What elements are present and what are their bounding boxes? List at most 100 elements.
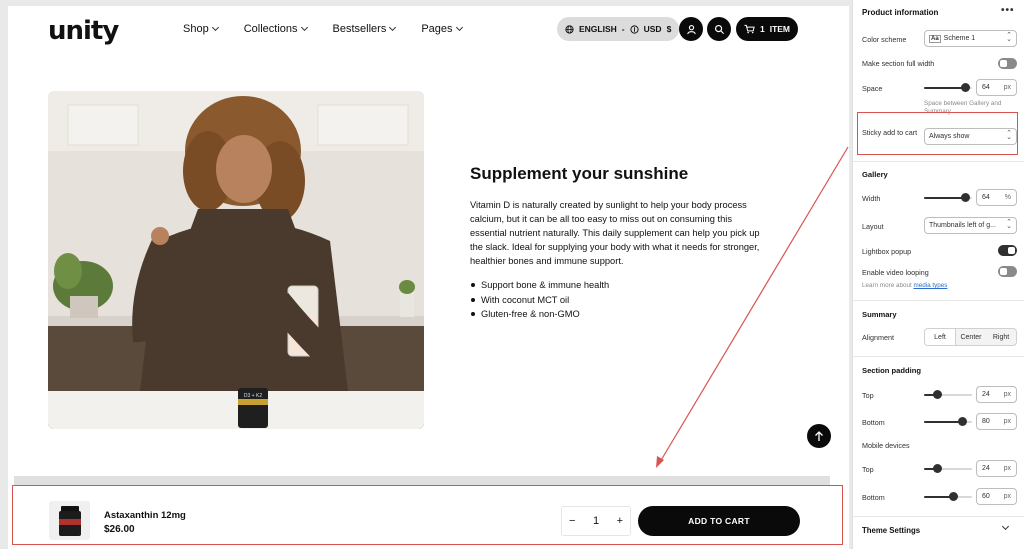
settings-panel: Product information ••• Color scheme Aa … [852, 0, 1024, 549]
padding-top-slider[interactable] [924, 390, 972, 400]
full-width-label: Make section full width [862, 59, 935, 68]
cart-icon [744, 24, 755, 34]
unit-label: px [1003, 493, 1011, 500]
alignment-right-option[interactable]: Right [986, 329, 1016, 345]
layout-label: Layout [862, 222, 884, 231]
media-types-link[interactable]: media types [913, 282, 947, 289]
padding-top-input[interactable]: 24 px [976, 386, 1017, 403]
width-value: 64 [982, 194, 990, 201]
lightbox-label: Lightbox popup [862, 247, 912, 256]
product-thumbnail [49, 501, 90, 540]
decrease-quantity-button[interactable]: − [569, 515, 575, 527]
width-slider[interactable] [924, 193, 972, 203]
layout-value: Thumbnails left of g... [929, 222, 996, 229]
sticky-product-price: $26.00 [104, 524, 135, 535]
divider [853, 356, 1024, 357]
search-button[interactable] [707, 17, 731, 41]
width-input[interactable]: 64 % [976, 189, 1017, 206]
padding-bottom-slider[interactable] [924, 417, 972, 427]
unit-label: px [1003, 418, 1011, 425]
padding-bottom-value: 80 [982, 418, 990, 425]
alignment-label: Alignment [862, 333, 894, 342]
color-scheme-select[interactable]: Aa Scheme 1 ⌃ ⌄ [924, 30, 1017, 47]
chevron-down-icon [300, 23, 308, 32]
nav-item-pages[interactable]: Pages [421, 23, 463, 35]
list-item: With coconut MCT oil [470, 293, 760, 308]
summary-heading: Summary [862, 310, 897, 319]
nav-label: Shop [183, 23, 209, 35]
more-options-icon[interactable]: ••• [1001, 5, 1015, 16]
select-arrows-icon: ⌃ ⌄ [1006, 219, 1012, 230]
video-looping-toggle[interactable] [998, 266, 1017, 277]
chevron-down-icon [211, 23, 219, 32]
slider-handle[interactable] [933, 390, 943, 399]
product-image[interactable]: D3 + K2 [48, 91, 424, 429]
search-icon [714, 24, 724, 34]
video-looping-label: Enable video looping [862, 268, 929, 277]
slider-fill [924, 197, 965, 199]
store-logo[interactable]: unity [48, 16, 119, 46]
mobile-top-input[interactable]: 24 px [976, 460, 1017, 477]
gallery-heading: Gallery [862, 170, 888, 179]
full-width-toggle[interactable] [998, 58, 1017, 69]
localization-selector[interactable]: ENGLISH - USD $ [557, 17, 680, 41]
currency-icon [630, 24, 639, 34]
product-copy: Supplement your sunshine Vitamin D is na… [470, 164, 760, 322]
currency-label: USD [643, 24, 662, 34]
currency-symbol: $ [666, 24, 672, 34]
cart-label: ITEM [769, 24, 791, 34]
unit-label: px [1003, 465, 1011, 472]
nav-item-bestsellers[interactable]: Bestsellers [333, 23, 397, 35]
theme-settings-toggle[interactable]: Theme Settings [862, 526, 920, 535]
chevron-down-icon [389, 23, 397, 32]
padding-bottom-input[interactable]: 80 px [976, 413, 1017, 430]
mobile-bottom-slider[interactable] [924, 492, 972, 502]
layout-select[interactable]: Thumbnails left of g... ⌃ ⌄ [924, 217, 1017, 234]
slider-handle[interactable] [960, 193, 970, 202]
account-button[interactable] [679, 17, 703, 41]
alignment-segmented-control: Left Center Right [924, 328, 1017, 346]
divider [853, 161, 1024, 162]
cart-count: 1 [759, 24, 765, 34]
benefit-list: Support bone & immune health With coconu… [470, 278, 760, 322]
chevron-down-icon [455, 23, 463, 32]
mobile-bottom-input[interactable]: 60 px [976, 488, 1017, 505]
cart-button[interactable]: 1 ITEM [736, 17, 798, 41]
nav-item-shop[interactable]: Shop [183, 23, 219, 35]
color-scheme-swatch: Aa [929, 34, 941, 43]
mobile-top-value: 24 [982, 465, 990, 472]
mobile-bottom-label: Bottom [862, 493, 885, 502]
main-nav: Shop Collections Bestsellers Pages [183, 23, 463, 35]
slider-handle[interactable] [948, 492, 958, 501]
select-arrows-icon: ⌃ ⌄ [1006, 32, 1012, 43]
slider-fill [924, 421, 963, 423]
panel-title: Product information [862, 8, 939, 17]
unit-label: % [1004, 194, 1011, 201]
slider-handle[interactable] [958, 417, 968, 426]
mobile-top-slider[interactable] [924, 464, 972, 474]
space-input[interactable]: 64 px [976, 79, 1017, 96]
space-value: 64 [982, 84, 990, 91]
store-preview: unity Shop Collections Bestsellers Pages [8, 6, 849, 549]
slider-handle[interactable] [960, 83, 970, 92]
quantity-value[interactable]: 1 [593, 515, 599, 527]
list-item: Support bone & immune health [470, 278, 760, 293]
alignment-left-option[interactable]: Left [925, 329, 956, 345]
width-label: Width [862, 194, 881, 203]
nav-item-collections[interactable]: Collections [244, 23, 308, 35]
space-label: Space [862, 84, 883, 93]
slider-handle[interactable] [933, 464, 943, 473]
space-slider[interactable] [924, 83, 972, 93]
padding-top-label: Top [862, 391, 874, 400]
lightbox-toggle[interactable] [998, 245, 1017, 256]
scroll-to-top-button[interactable] [807, 424, 831, 448]
annotation-highlight-box [857, 112, 1018, 155]
jar-label: D3 + K2 [244, 393, 262, 399]
add-to-cart-button[interactable]: ADD TO CART [638, 506, 800, 536]
section-description: Vitamin D is naturally created by sunlig… [470, 200, 760, 266]
alignment-center-option[interactable]: Center [956, 329, 986, 345]
list-item: Gluten-free & non-GMO [470, 307, 760, 322]
globe-icon [565, 24, 574, 34]
increase-quantity-button[interactable]: + [617, 515, 623, 527]
supplement-jar-image [58, 505, 81, 536]
